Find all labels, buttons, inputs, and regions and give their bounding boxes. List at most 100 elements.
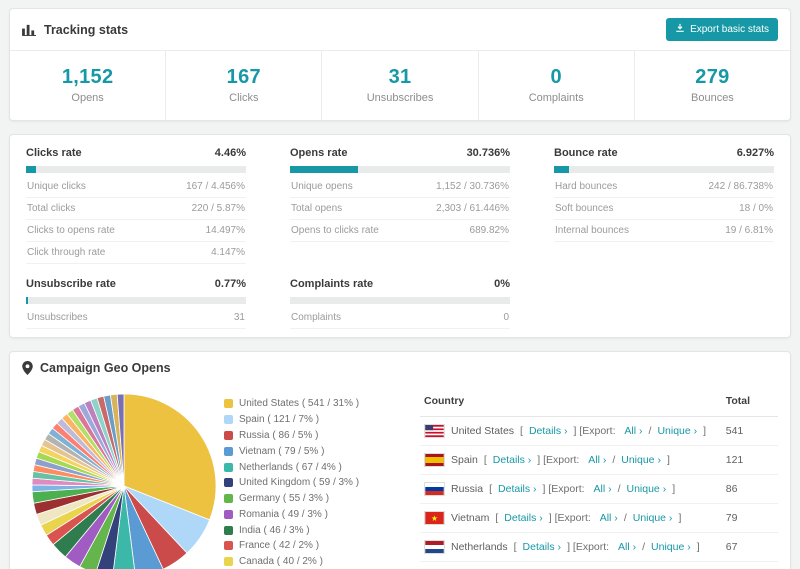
geo-opens-title: Campaign Geo Opens (22, 361, 171, 375)
rate-value: 0.77% (214, 278, 246, 290)
bounce-rate-panel: Bounce rate 6.927% Hard bounces 242 / 86.73… (554, 147, 774, 264)
tracking-stats-card: Tracking stats Export basic stats 1,152 O… (9, 8, 791, 121)
legend-swatch (224, 462, 233, 472)
summary-value: 1,152 (61, 66, 114, 88)
details-link[interactable]: Details › (498, 483, 537, 495)
flag-es-icon (424, 453, 445, 467)
country-total: 121 (721, 445, 778, 475)
export-all-link[interactable]: All › (588, 454, 606, 466)
flag-nl-icon (424, 540, 445, 554)
opens-rate-panel: Opens rate 30.736% Unique opens 1,152 / 30.… (290, 147, 510, 264)
legend-swatch (224, 430, 233, 440)
rate-title: Clicks rate (26, 147, 82, 159)
rate-stat-row: Internal bounces 19 / 6.81% (554, 220, 774, 242)
summary-value: 167 (226, 66, 261, 88)
legend-label: Netherlands ( 67 / 4% ) (239, 461, 342, 473)
geo-opens-card: Campaign Geo Opens United States ( 541 /… (9, 351, 791, 569)
legend-swatch (224, 541, 233, 551)
rate-stat-row: Clicks to opens rate 14.497% (26, 220, 246, 242)
legend-swatch (224, 415, 233, 425)
details-link[interactable]: Details › (504, 512, 543, 524)
country-cell: Vietnam[Details ›] [Export: All › / Uniq… (420, 503, 722, 533)
country-total: 86 (721, 474, 778, 504)
legend-swatch (224, 509, 233, 519)
tracking-stats-title: Tracking stats (22, 23, 128, 37)
progress-fill (290, 166, 358, 173)
summary-value: 279 (695, 66, 730, 88)
legend-label: United States ( 541 / 31% ) (239, 398, 360, 410)
summary-unsubscribes: 31 Unsubscribes (321, 51, 477, 120)
rate-stat-value: 242 / 86.738% (708, 181, 774, 192)
details-link[interactable]: Details › (493, 454, 532, 466)
country-cell: Russia[Details ›] [Export: All › / Uniqu… (420, 474, 722, 504)
export-all-link[interactable]: All › (618, 541, 636, 553)
bounce-rate-progress-bar (554, 166, 774, 173)
legend-item: India ( 46 / 3% ) (224, 522, 404, 538)
export-unique-link[interactable]: Unique › (651, 541, 691, 553)
flag-us-icon (424, 424, 445, 438)
country-cell: United Kingdom[Details ›] [Export: All ›… (420, 561, 722, 569)
clicks-rate-panel: Clicks rate 4.46% Unique clicks 167 / 4.456… (26, 147, 246, 264)
country-total: 541 (721, 416, 778, 446)
export-unique-link[interactable]: Unique › (633, 512, 673, 524)
legend-item: United Kingdom ( 59 / 3% ) (224, 475, 404, 491)
summary-opens: 1,152 Opens (10, 51, 165, 120)
geo-pie-wrap (22, 386, 224, 569)
summary-label: Clicks (229, 92, 259, 104)
rate-stat-value: 4.147% (211, 247, 245, 258)
legend-label: India ( 46 / 3% ) (239, 524, 310, 536)
rate-stat-row: Total opens 2,303 / 61.446% (290, 198, 510, 220)
geo-opens-pie-chart (31, 393, 217, 569)
rate-stat-row: Soft bounces 18 / 0% (554, 198, 774, 220)
export-unique-link[interactable]: Unique › (657, 425, 697, 437)
legend-swatch (224, 446, 233, 456)
export-all-link[interactable]: All › (624, 425, 642, 437)
bar-chart-icon (22, 23, 37, 36)
export-basic-stats-button[interactable]: Export basic stats (666, 18, 778, 41)
rate-stat-row: Unique clicks 167 / 4.456% (26, 176, 246, 198)
legend-label: Russia ( 86 / 5% ) (239, 429, 319, 441)
rate-title: Opens rate (290, 147, 348, 159)
clicks-rate-progress-bar (26, 166, 246, 173)
rate-stat-label: Click through rate (27, 247, 106, 258)
column-header-country: Country (420, 386, 722, 417)
progress-fill (554, 166, 570, 173)
legend-label: Germany ( 55 / 3% ) (239, 493, 330, 505)
export-unique-link[interactable]: Unique › (621, 454, 661, 466)
rate-stat-value: 2,303 / 61.446% (436, 203, 509, 214)
table-row: Spain[Details ›] [Export: All › / Unique… (420, 445, 778, 475)
legend-label: France ( 42 / 2% ) (239, 540, 320, 552)
legend-item: United States ( 541 / 31% ) (224, 396, 404, 412)
rate-stat-value: 220 / 5.87% (191, 203, 245, 214)
summary-value: 0 (550, 66, 562, 88)
rate-stat-row: Hard bounces 242 / 86.738% (554, 176, 774, 198)
rate-title: Bounce rate (554, 147, 618, 159)
rate-stat-value: 1,152 / 30.736% (436, 181, 509, 192)
unsubscribe-rate-panel: Unsubscribe rate 0.77% Unsubscribes 31 (26, 278, 246, 329)
country-cell: Netherlands[Details ›] [Export: All › / … (420, 532, 722, 562)
legend-label: Romania ( 49 / 3% ) (239, 508, 328, 520)
rate-stat-value: 14.497% (205, 225, 245, 236)
country-name: Russia (451, 483, 484, 495)
flag-ru-icon (424, 482, 445, 496)
rate-stat-label: Unique clicks (27, 181, 86, 192)
export-unique-link[interactable]: Unique › (627, 483, 667, 495)
export-all-link[interactable]: All › (600, 512, 618, 524)
map-pin-icon (22, 361, 33, 375)
details-link[interactable]: Details › (523, 541, 562, 553)
complaints-rate-progress-bar (290, 297, 510, 304)
rate-stat-label: Unsubscribes (27, 312, 88, 323)
rate-stat-label: Total clicks (27, 203, 76, 214)
country-total: 79 (721, 503, 778, 533)
export-all-link[interactable]: All › (593, 483, 611, 495)
details-link[interactable]: Details › (529, 425, 568, 437)
rate-value: 30.736% (466, 147, 510, 159)
country-total: 67 (721, 532, 778, 562)
rate-stat-row: Complaints 0 (290, 307, 510, 329)
rate-stat-label: Total opens (291, 203, 343, 214)
tracking-stats-header: Tracking stats Export basic stats (10, 9, 790, 51)
country-name: Netherlands (451, 541, 508, 553)
country-cell: Spain[Details ›] [Export: All › / Unique… (420, 445, 722, 475)
rate-stat-row: Opens to clicks rate 689.82% (290, 220, 510, 242)
unsubscribe-rate-progress-bar (26, 297, 246, 304)
